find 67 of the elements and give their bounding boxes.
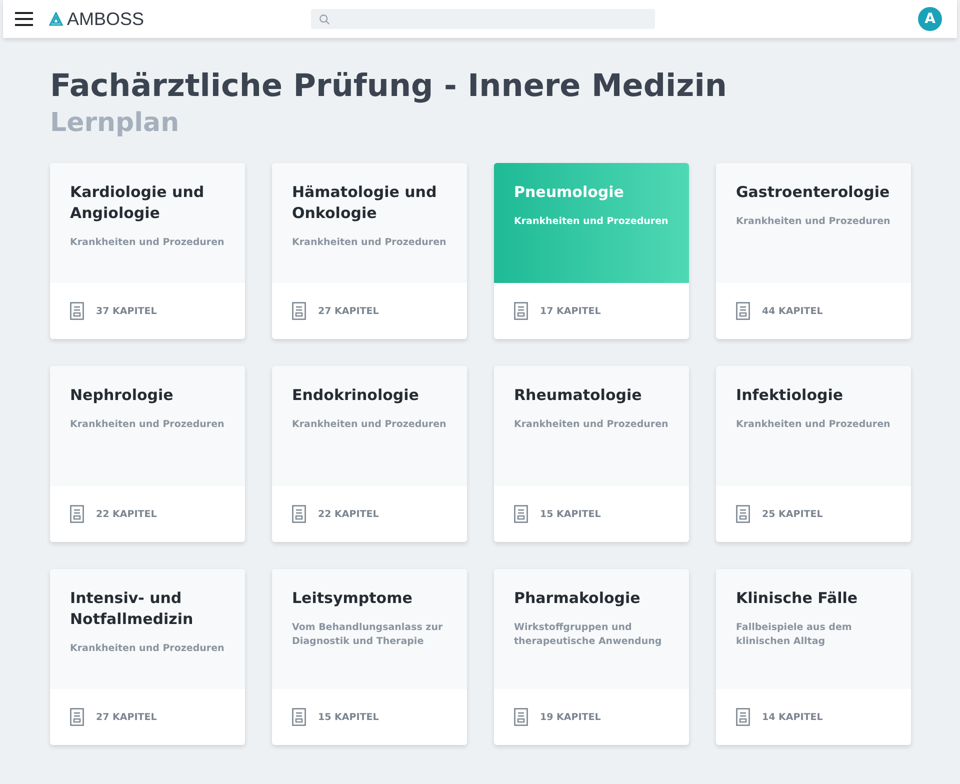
card-title: Pharmakologie (514, 588, 642, 609)
card-title: Intensiv- und Notfallmedizin (70, 588, 194, 630)
document-icon (514, 505, 528, 523)
document-icon (292, 708, 306, 726)
document-icon (736, 302, 750, 320)
card-title: Rheumatologie (514, 385, 643, 406)
card-title: Hämatologie und Onkologie (292, 182, 438, 224)
topic-card[interactable]: Hämatologie und Onkologie Krankheiten und Prozeduren 27 KAPITEL (272, 163, 467, 339)
chapter-count: 15 KAPITEL (540, 508, 601, 520)
topic-card[interactable]: Pharmakologie Wirkstoffgruppen und therapeutische Anwendung 19 KAPITEL (494, 569, 689, 745)
card-description: Wirkstoffgruppen und therapeutische Anwendung (514, 621, 663, 649)
chapter-count: 27 KAPITEL (96, 712, 157, 722)
document-icon (514, 302, 528, 320)
document-icon (70, 505, 84, 523)
chapter-count: 27 KAPITEL (318, 306, 379, 316)
card-title: Leitsymptome (292, 588, 414, 609)
document-icon (514, 708, 528, 726)
document-icon (70, 302, 84, 320)
chapter-count: 22 KAPITEL (96, 508, 157, 520)
chapter-count: 17 KAPITEL (540, 306, 601, 316)
chapter-count: 37 KAPITEL (96, 306, 157, 316)
card-title: Endokrinologie (292, 385, 420, 406)
document-icon (736, 708, 750, 726)
topic-card[interactable]: Leitsymptome Vom Behandlungsanlass zur Diagnostik und Therapie 15 KAPITEL (272, 569, 467, 745)
topic-card[interactable]: Rheumatologie Krankheiten und Prozeduren 15 KAPITEL (494, 366, 689, 542)
chapter-count: 44 KAPITEL (762, 306, 823, 316)
card-description: Krankheiten und Prozeduren (736, 215, 891, 229)
card-description: Krankheiten und Prozeduren (292, 236, 447, 250)
card-description: Vom Behandlungsanlass zur Diagnostik und Therapie (292, 621, 444, 649)
card-description: Krankheiten und Prozeduren (70, 418, 225, 432)
chapter-count: 22 KAPITEL (318, 508, 379, 520)
card-description: Krankheiten und Prozeduren (514, 418, 669, 432)
search-icon (319, 14, 330, 24)
chapter-count: 19 KAPITEL (540, 712, 601, 722)
card-description: Krankheiten und Prozeduren (514, 215, 669, 229)
search-field[interactable] (311, 9, 656, 29)
topic-card[interactable]: Intensiv- und Notfallmedizin Krankheiten und Prozeduren 27 KAPITEL (50, 569, 245, 745)
card-description: Krankheiten und Prozeduren (70, 642, 225, 656)
card-title: Pneumologie (514, 182, 625, 203)
topic-card[interactable]: Gastroenterologie Krankheiten und Prozeduren 44 KAPITEL (716, 163, 911, 339)
topic-card[interactable]: Endokrinologie Krankheiten und Prozeduren 22 KAPITEL (272, 366, 467, 542)
card-title: Nephrologie (70, 385, 174, 406)
document-icon (736, 505, 750, 523)
menu-icon[interactable] (15, 12, 33, 26)
card-description: Krankheiten und Prozeduren (736, 418, 891, 432)
page-title: Fachärztliche Prüfung - Innere Medizin (50, 67, 728, 106)
document-icon (292, 505, 306, 523)
topic-card[interactable]: Kardiologie und Angiologie Krankheiten und Prozeduren 37 KAPITEL (50, 163, 245, 339)
topic-card[interactable]: Infektiologie Krankheiten und Prozeduren 25 KAPITEL (716, 366, 911, 542)
document-icon (292, 302, 306, 320)
topic-card[interactable]: Pneumologie Krankheiten und Prozeduren 17 KAPITEL (494, 163, 689, 339)
brand-name: AMBOSS (67, 8, 144, 30)
card-title: Kardiologie und Angiologie (70, 182, 206, 224)
card-description: Krankheiten und Prozeduren (292, 418, 447, 432)
card-description: Krankheiten und Prozeduren (70, 236, 225, 250)
topic-card[interactable]: Klinische Fälle Fallbeispiele aus dem klinischen Alltag 14 KAPITEL (716, 569, 911, 745)
chapter-count: 15 KAPITEL (318, 712, 379, 722)
card-description: Fallbeispiele aus dem klinischen Alltag (736, 621, 853, 649)
chapter-count: 25 KAPITEL (762, 508, 823, 520)
chapter-count: 14 KAPITEL (762, 712, 823, 722)
card-title: Infektiologie (736, 385, 844, 406)
card-title: Klinische Fälle (736, 588, 859, 609)
document-icon (70, 708, 84, 726)
page-subtitle: Lernplan (50, 107, 180, 140)
topic-card[interactable]: Nephrologie Krankheiten und Prozeduren 22 KAPITEL (50, 366, 245, 542)
triangle-logo-icon (49, 12, 63, 26)
card-title: Gastroenterologie (736, 182, 891, 203)
